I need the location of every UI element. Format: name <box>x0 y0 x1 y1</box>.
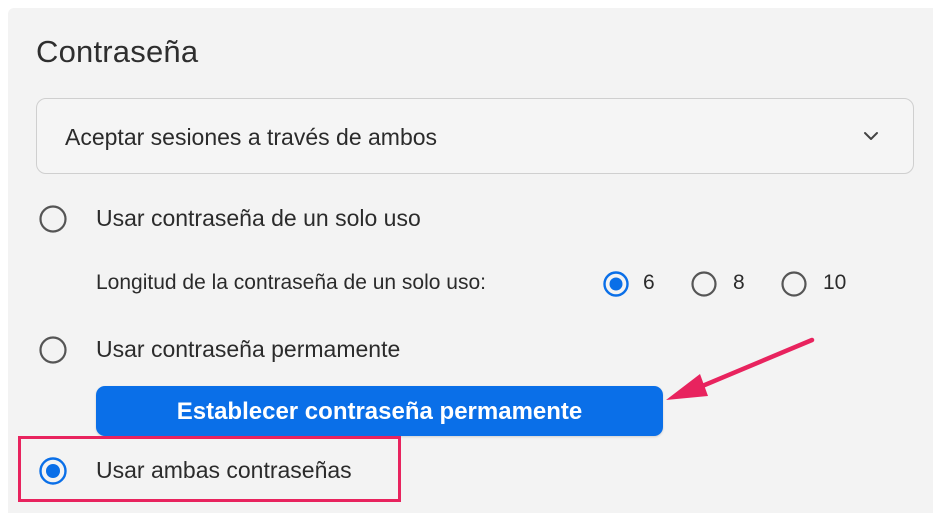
password-settings-panel <box>8 8 933 513</box>
set-permanent-password-button[interactable]: Establecer contraseña permamente <box>96 386 663 436</box>
radio-both-passwords[interactable] <box>38 456 68 486</box>
radio-length-8[interactable] <box>690 270 718 298</box>
permanent-password-label: Usar contraseña permamente <box>96 336 401 362</box>
session-mode-select[interactable]: Aceptar sesiones a través de ambos <box>36 98 914 174</box>
length-8-label: 8 <box>733 271 745 294</box>
one-time-length-label: Longitud de la contraseña de un solo uso… <box>96 271 486 294</box>
one-time-password-label: Usar contraseña de un solo uso <box>96 205 421 231</box>
length-6-label: 6 <box>643 271 655 294</box>
session-mode-value: Aceptar sesiones a través de ambos <box>65 124 438 150</box>
chevron-down-icon <box>864 132 878 140</box>
radio-one-time-password[interactable] <box>38 204 68 234</box>
radio-length-6[interactable] <box>602 270 630 298</box>
section-title: Contraseña <box>36 34 199 69</box>
radio-permanent-password[interactable] <box>38 335 68 365</box>
radio-length-10[interactable] <box>780 270 808 298</box>
length-10-label: 10 <box>823 271 847 294</box>
both-passwords-label: Usar ambas contraseñas <box>96 457 352 483</box>
